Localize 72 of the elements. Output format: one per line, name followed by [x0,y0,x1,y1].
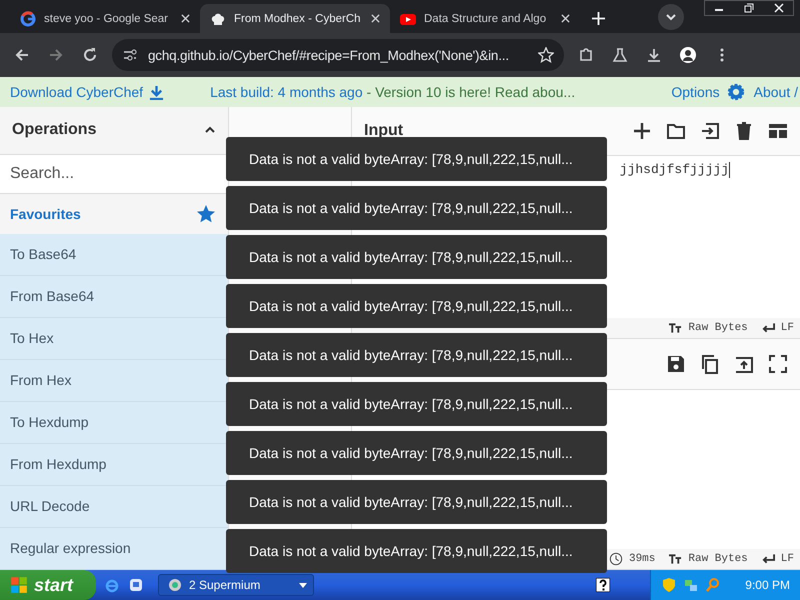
eol-label[interactable]: LF [780,553,794,565]
google-g-icon [20,10,36,26]
error-toast: Data is not a valid byteArray: [78,9,null,222,15,null... [226,235,607,279]
site-settings-icon [122,47,138,63]
flask-icon[interactable] [612,47,628,63]
taskbar-group-button[interactable]: 2 Supermium [158,574,314,596]
operation-item[interactable]: From Hex [0,360,228,402]
input-title: Input [364,122,404,140]
star-icon [196,204,216,224]
error-toast: Data is not a valid byteArray: [78,9,null,222,15,null... [226,480,607,524]
settings-icon[interactable] [726,82,746,102]
operation-item[interactable]: To Hexdump [0,402,228,444]
start-button[interactable]: start [0,570,96,600]
close-icon[interactable] [181,14,190,23]
folder-icon[interactable] [666,121,686,141]
chevron-down-icon[interactable] [658,4,684,30]
text-format-icon[interactable] [669,554,682,564]
fullscreen-icon[interactable] [768,354,788,374]
eol-label[interactable]: LF [780,322,794,334]
input-text[interactable]: jjhsdjfsfjjjjj [620,162,729,177]
browser-tab[interactable]: From Modhex - CyberCh [200,4,390,33]
operation-item[interactable]: URL Decode [0,486,228,528]
layout-icon[interactable] [768,121,788,141]
operation-item[interactable]: To Base64 [0,234,228,276]
text-format-icon[interactable] [669,323,682,333]
download-link[interactable]: Download CyberChef [10,84,164,100]
windows-logo-icon [10,576,28,594]
error-toast: Data is not a valid byteArray: [78,9,null,222,15,null... [226,137,607,181]
error-toast: Data is not a valid byteArray: [78,9,null,222,15,null... [226,186,607,230]
error-toast: Data is not a valid byteArray: [78,9,null,222,15,null... [226,382,607,426]
last-build-link[interactable]: Last build: 4 months ago [210,84,363,100]
trash-icon[interactable] [734,121,754,141]
close-icon[interactable] [371,14,380,23]
return-arrow-icon[interactable] [762,554,775,564]
caret-down-icon[interactable] [299,581,307,589]
reload-icon[interactable] [82,47,98,63]
operation-item[interactable]: From Base64 [0,276,228,318]
operations-title: Operations [12,121,98,140]
search-field[interactable]: Search... [0,154,228,194]
bake-time: 39ms [628,553,656,565]
error-toast: Data is not a valid byteArray: [78,9,null,222,15,null... [226,431,607,475]
address-bar[interactable]: gchq.github.io/CyberChef/#recipe=From_Modhex('None')&in... [112,39,564,71]
plus-icon[interactable] [632,121,652,141]
return-arrow-icon[interactable] [762,323,775,333]
close-icon[interactable] [561,14,570,23]
download-icon[interactable] [646,47,662,63]
forward-icon[interactable] [48,47,64,63]
bookmark-star-icon[interactable] [538,47,554,63]
options-link[interactable]: Options [671,84,720,100]
profile-icon[interactable] [680,47,696,63]
build-notice: Last build: 4 months ago - Version 10 is here! Read abou... [210,84,576,100]
encoding-label[interactable]: Raw Bytes [688,553,748,565]
error-toast: Data is not a valid byteArray: [78,9,null,222,15,null... [226,284,607,328]
favourites-category[interactable]: Favourites [0,194,228,234]
about-link[interactable]: About / [754,84,798,100]
replace-input-icon[interactable] [734,354,754,374]
clock-icon [608,552,623,566]
browser-icon [167,577,183,593]
operation-item[interactable]: From Hexdump [0,444,228,486]
back-icon[interactable] [14,47,30,63]
operation-item[interactable]: Regular expression [0,528,228,570]
download-icon[interactable] [149,84,164,100]
error-toast: Data is not a valid byteArray: [78,9,null,222,15,null... [226,529,607,573]
help-icon[interactable] [596,578,610,592]
save-icon[interactable] [666,354,686,374]
error-toast: Data is not a valid byteArray: [78,9,null,222,15,null... [226,333,607,377]
import-icon[interactable] [700,121,720,141]
encoding-label[interactable]: Raw Bytes [688,322,748,334]
new-tab-icon[interactable] [592,12,605,25]
operation-item[interactable]: To Hex [0,318,228,360]
copy-icon[interactable] [700,354,720,374]
clock: 9:00 PM [745,578,790,592]
